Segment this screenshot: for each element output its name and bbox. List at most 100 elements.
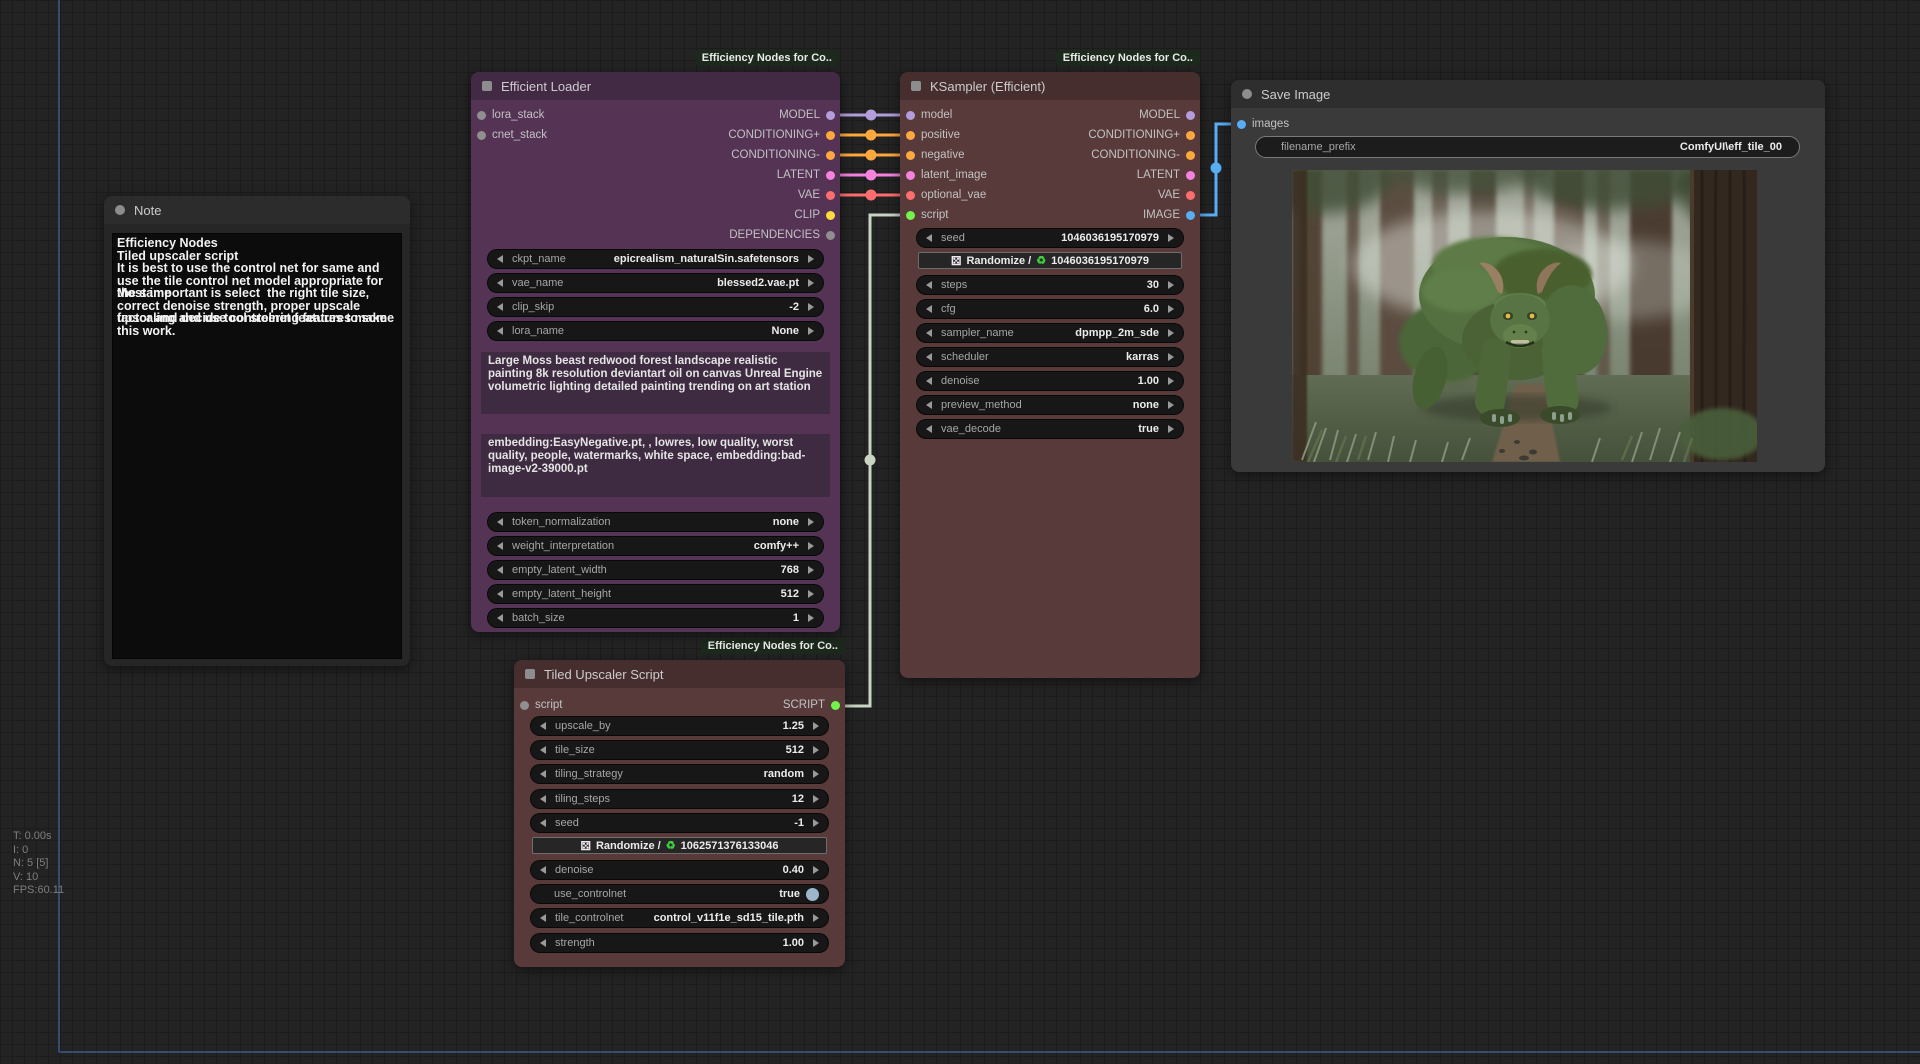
port-dot[interactable]	[477, 131, 486, 140]
decrement-arrow-icon[interactable]	[497, 566, 503, 574]
decrement-arrow-icon[interactable]	[540, 722, 546, 730]
increment-arrow-icon[interactable]	[808, 327, 814, 335]
port-dot[interactable]	[826, 171, 835, 180]
port-dot[interactable]	[520, 701, 529, 710]
decrement-arrow-icon[interactable]	[540, 914, 546, 922]
output-port-image[interactable]: IMAGE	[1143, 208, 1195, 222]
decrement-arrow-icon[interactable]	[497, 590, 503, 598]
widget-weight-interpretation[interactable]: weight_interpretation comfy++	[487, 536, 824, 556]
widget-tile-size[interactable]: tile_size 512	[530, 740, 829, 760]
output-port-latent[interactable]: LATENT	[1137, 168, 1195, 182]
ksampler-titlebar[interactable]: KSampler (Efficient)	[900, 72, 1200, 100]
port-dot[interactable]	[906, 151, 915, 160]
efficient-loader-titlebar[interactable]: Efficient Loader	[471, 72, 840, 100]
input-port-cnet-stack[interactable]: cnet_stack	[477, 128, 547, 142]
increment-arrow-icon[interactable]	[808, 542, 814, 550]
increment-arrow-icon[interactable]	[1168, 329, 1174, 337]
widget-strength[interactable]: strength 1.00	[530, 933, 829, 953]
collapse-icon[interactable]	[525, 669, 535, 679]
save-image-titlebar[interactable]: Save Image	[1231, 80, 1825, 108]
decrement-arrow-icon[interactable]	[926, 281, 932, 289]
widget-ckpt-name[interactable]: ckpt_name epicrealism_naturalSin.safeten…	[487, 249, 824, 269]
decrement-arrow-icon[interactable]	[497, 542, 503, 550]
collapse-icon[interactable]	[911, 81, 921, 91]
output-port-vae[interactable]: VAE	[798, 188, 835, 202]
node-graph-canvas[interactable]: Efficiency Nodes for Co.. Efficiency Nod…	[0, 0, 1920, 1064]
widget-tiling-strategy[interactable]: tiling_strategy random	[530, 764, 829, 784]
decrement-arrow-icon[interactable]	[540, 939, 546, 947]
port-dot[interactable]	[1186, 151, 1195, 160]
increment-arrow-icon[interactable]	[1168, 234, 1174, 242]
increment-arrow-icon[interactable]	[808, 255, 814, 263]
port-dot[interactable]	[1186, 211, 1195, 220]
widget-preview-method[interactable]: preview_method none	[916, 395, 1184, 415]
increment-arrow-icon[interactable]	[1168, 353, 1174, 361]
decrement-arrow-icon[interactable]	[497, 279, 503, 287]
toggle-knob[interactable]	[806, 888, 819, 901]
increment-arrow-icon[interactable]	[813, 722, 819, 730]
increment-arrow-icon[interactable]	[813, 866, 819, 874]
collapse-icon[interactable]	[482, 81, 492, 91]
widget-sampler-name[interactable]: sampler_name dpmpp_2m_sde	[916, 323, 1184, 343]
port-dot[interactable]	[1186, 171, 1195, 180]
increment-arrow-icon[interactable]	[1168, 425, 1174, 433]
note-text-widget[interactable]: Efficiency Nodes Tiled upscaler script I…	[112, 233, 402, 659]
increment-arrow-icon[interactable]	[813, 914, 819, 922]
port-dot[interactable]	[906, 171, 915, 180]
output-port-model[interactable]: MODEL	[1139, 108, 1195, 122]
collapse-icon[interactable]	[1242, 89, 1252, 99]
decrement-arrow-icon[interactable]	[926, 425, 932, 433]
increment-arrow-icon[interactable]	[808, 566, 814, 574]
port-dot[interactable]	[826, 231, 835, 240]
decrement-arrow-icon[interactable]	[926, 234, 932, 242]
decrement-arrow-icon[interactable]	[540, 819, 546, 827]
increment-arrow-icon[interactable]	[808, 614, 814, 622]
increment-arrow-icon[interactable]	[813, 795, 819, 803]
widget-upscale-by[interactable]: upscale_by 1.25	[530, 716, 829, 736]
input-port-optional-vae[interactable]: optional_vae	[906, 188, 986, 202]
decrement-arrow-icon[interactable]	[497, 614, 503, 622]
decrement-arrow-icon[interactable]	[497, 327, 503, 335]
widget-empty-latent-height[interactable]: empty_latent_height 512	[487, 584, 824, 604]
increment-arrow-icon[interactable]	[1168, 377, 1174, 385]
increment-arrow-icon[interactable]	[1168, 401, 1174, 409]
decrement-arrow-icon[interactable]	[926, 377, 932, 385]
widget-batch-size[interactable]: batch_size 1	[487, 608, 824, 628]
input-port-model[interactable]: model	[906, 108, 952, 122]
widget-scheduler[interactable]: scheduler karras	[916, 347, 1184, 367]
port-dot[interactable]	[906, 111, 915, 120]
decrement-arrow-icon[interactable]	[497, 518, 503, 526]
decrement-arrow-icon[interactable]	[926, 305, 932, 313]
output-port-dependencies[interactable]: DEPENDENCIES	[729, 228, 835, 242]
input-port-positive[interactable]: positive	[906, 128, 960, 142]
increment-arrow-icon[interactable]	[813, 939, 819, 947]
decrement-arrow-icon[interactable]	[926, 329, 932, 337]
output-port-model[interactable]: MODEL	[779, 108, 835, 122]
output-port-vae[interactable]: VAE	[1158, 188, 1195, 202]
widget-filename-prefix[interactable]: filename_prefix ComfyUI\eff_tile_00	[1255, 136, 1800, 158]
widget-use-controlnet-toggle[interactable]: use_controlnet true	[530, 884, 829, 904]
port-dot[interactable]	[826, 151, 835, 160]
collapse-icon[interactable]	[115, 205, 125, 215]
increment-arrow-icon[interactable]	[808, 303, 814, 311]
decrement-arrow-icon[interactable]	[540, 746, 546, 754]
widget-token-normalization[interactable]: token_normalization none	[487, 512, 824, 532]
port-dot[interactable]	[1237, 120, 1246, 129]
widget-empty-latent-width[interactable]: empty_latent_width 768	[487, 560, 824, 580]
widget-denoise[interactable]: denoise 1.00	[916, 371, 1184, 391]
decrement-arrow-icon[interactable]	[497, 255, 503, 263]
widget-cfg[interactable]: cfg 6.0	[916, 299, 1184, 319]
widget-denoise[interactable]: denoise 0.40	[530, 860, 829, 880]
widget-seed[interactable]: seed -1	[530, 813, 829, 833]
increment-arrow-icon[interactable]	[813, 746, 819, 754]
widget-tiling-steps[interactable]: tiling_steps 12	[530, 789, 829, 809]
randomize-seed-button[interactable]: ⚄ Randomize / ♻ 1062571376133046	[532, 837, 827, 854]
widget-tile-controlnet[interactable]: tile_controlnet control_v11f1e_sd15_tile…	[530, 908, 829, 928]
increment-arrow-icon[interactable]	[808, 518, 814, 526]
widget-clip-skip[interactable]: clip_skip -2	[487, 297, 824, 317]
positive-prompt-textarea[interactable]: Large Moss beast redwood forest landscap…	[481, 352, 830, 414]
output-port-script[interactable]: SCRIPT	[783, 698, 840, 712]
port-dot[interactable]	[826, 111, 835, 120]
widget-vae-name[interactable]: vae_name blessed2.vae.pt	[487, 273, 824, 293]
tiled-upscaler-titlebar[interactable]: Tiled Upscaler Script	[514, 660, 845, 688]
